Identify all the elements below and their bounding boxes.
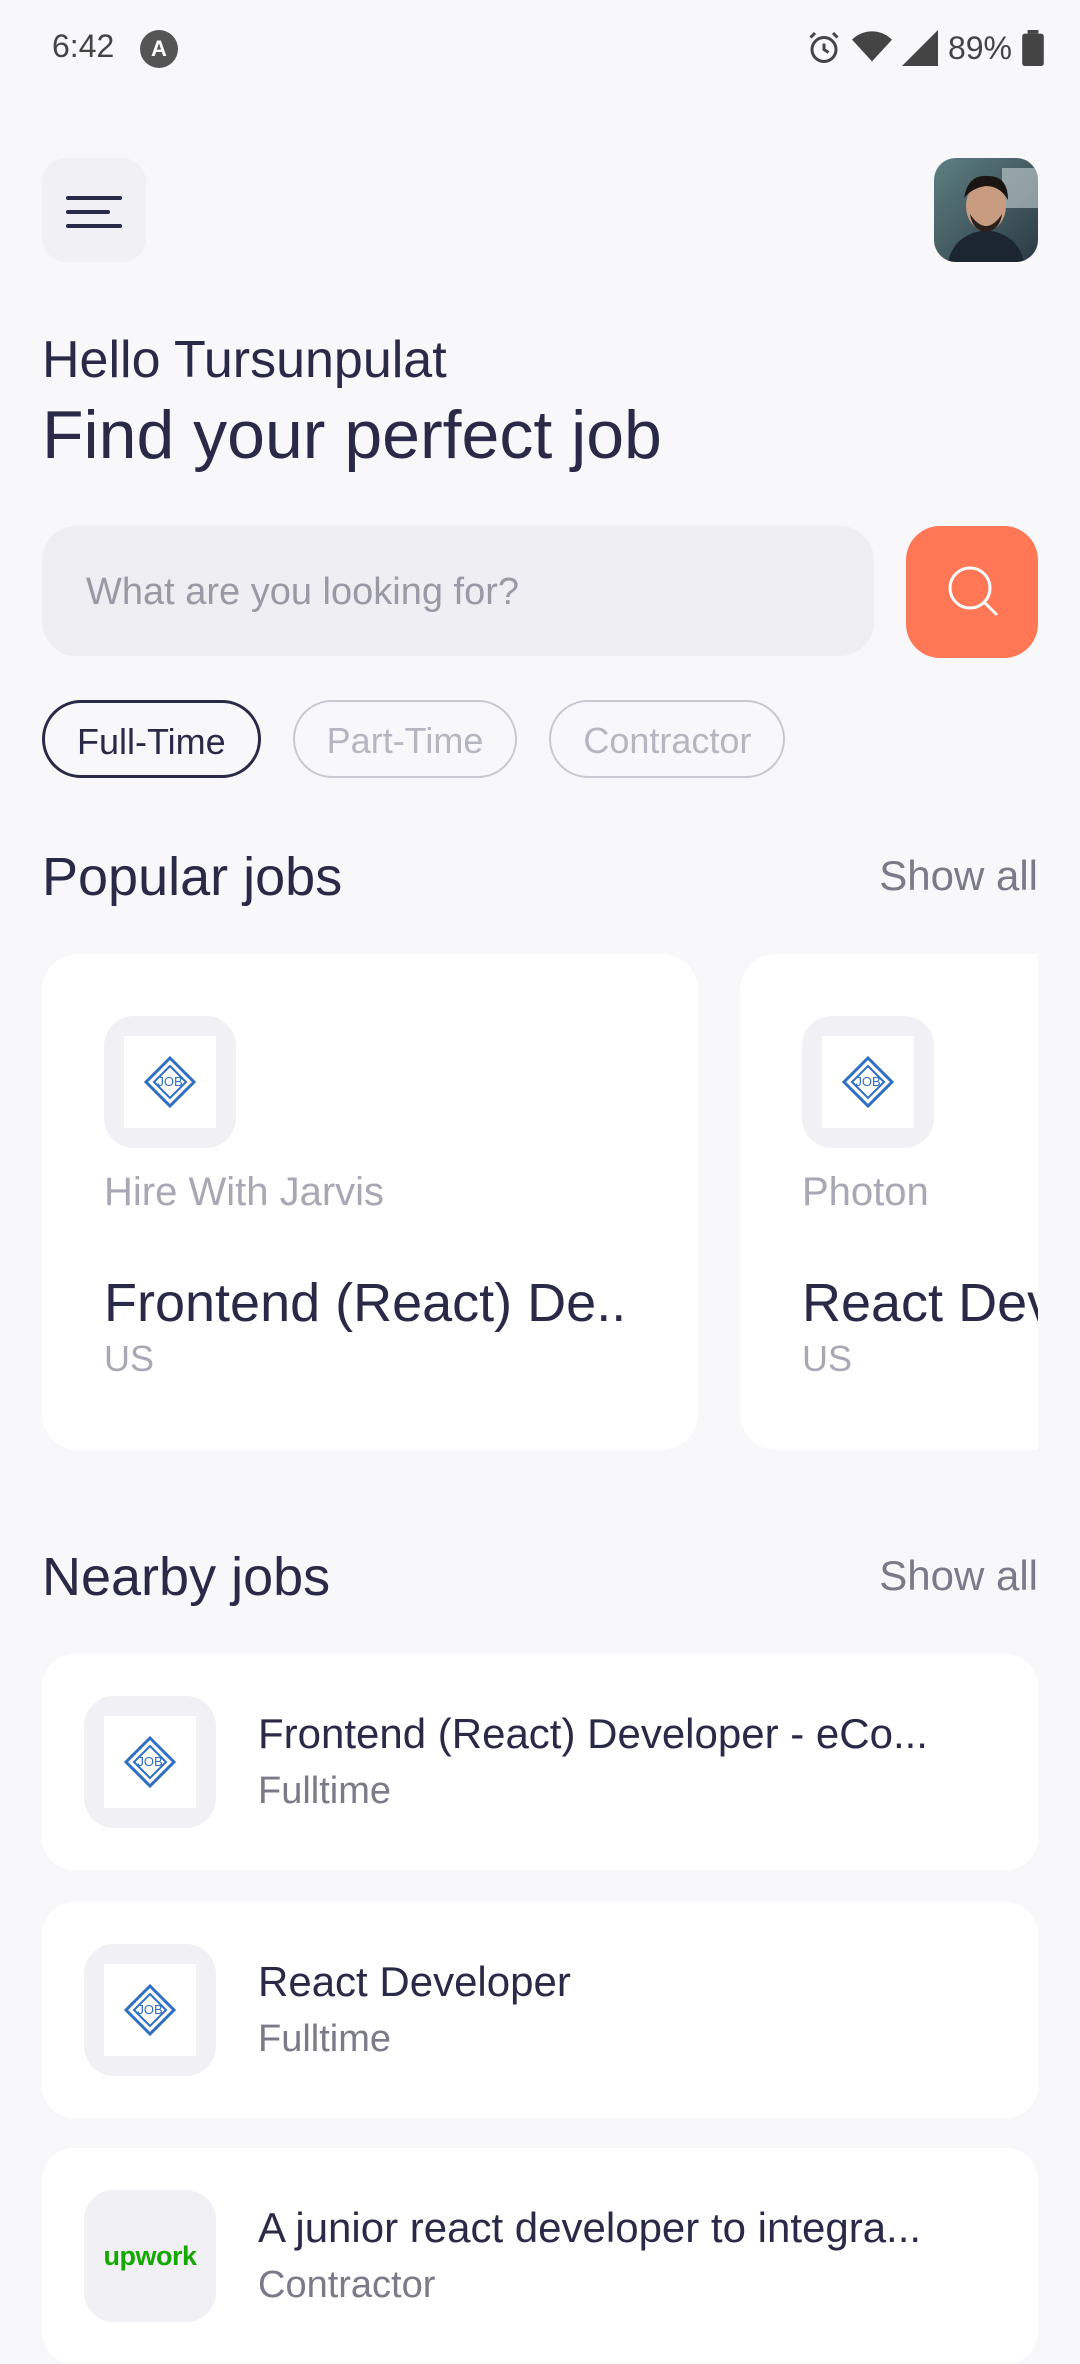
avatar[interactable]: [934, 158, 1038, 262]
battery-icon: [1022, 30, 1044, 66]
company-logo: JOB: [84, 1944, 216, 2076]
wifi-icon: [851, 31, 892, 62]
chip-part-time[interactable]: Part-Time: [292, 700, 518, 778]
company-name: Hire With Jarvis: [104, 1170, 385, 1214]
popular-job-card[interactable]: JOB Photon React Developer US: [740, 954, 1038, 1450]
popular-show-all-link[interactable]: Show all: [879, 852, 1038, 900]
avatar-photo: [934, 158, 1038, 262]
company-logo: JOB: [802, 1016, 934, 1148]
status-bar: 6:42 A 89%: [0, 0, 1080, 96]
job-location: US: [802, 1338, 853, 1379]
search-button[interactable]: [906, 526, 1038, 658]
chip-contractor[interactable]: Contractor: [549, 700, 786, 778]
company-logo: upwork: [84, 2190, 216, 2322]
signal-icon: [901, 30, 938, 66]
nearby-show-all-link[interactable]: Show all: [879, 1552, 1038, 1600]
job-logo-icon: JOB: [123, 1735, 177, 1789]
job-type: Fulltime: [258, 2018, 392, 2060]
search-icon: [948, 566, 998, 616]
company-logo: JOB: [104, 1016, 236, 1148]
greeting: Hello Tursunpulat: [42, 331, 447, 389]
svg-text:JOB: JOB: [137, 1754, 162, 1769]
page-title: Find your perfect job: [42, 397, 662, 473]
svg-text:JOB: JOB: [855, 1074, 880, 1089]
job-title: React Developer: [258, 1958, 571, 2005]
svg-text:JOB: JOB: [157, 1074, 182, 1089]
status-icons: 89%: [806, 26, 1044, 70]
job-logo-icon: JOB: [841, 1055, 895, 1109]
job-type: Fulltime: [258, 1770, 392, 1812]
popular-job-card[interactable]: JOB Hire With Jarvis Frontend (React) De…: [42, 954, 698, 1450]
job-title: Frontend (React) De..: [104, 1273, 627, 1333]
svg-text:JOB: JOB: [137, 2002, 162, 2017]
search-field[interactable]: [42, 526, 874, 658]
job-type-filters: Full-Time Part-Time Contractor: [42, 700, 786, 778]
search-input[interactable]: [84, 526, 848, 658]
job-title: A junior react developer to integra...: [258, 2204, 922, 2251]
job-title: Frontend (React) Developer - eCo...: [258, 1710, 928, 1757]
nearby-job-item[interactable]: JOB React Developer Fulltime: [42, 1902, 1038, 2118]
job-logo-icon: JOB: [143, 1055, 197, 1109]
company-logo: JOB: [84, 1696, 216, 1828]
chip-full-time[interactable]: Full-Time: [42, 700, 261, 778]
battery-percent: 89%: [947, 29, 1012, 66]
alarm-icon: [809, 31, 839, 63]
upwork-logo-icon: upwork: [103, 2241, 197, 2271]
notification-icon: A: [140, 30, 178, 68]
status-time: 6:42: [52, 28, 115, 64]
nearby-jobs-title: Nearby jobs: [42, 1547, 331, 1607]
popular-jobs-carousel[interactable]: JOB Hire With Jarvis Frontend (React) De…: [42, 954, 1038, 1450]
nearby-job-item[interactable]: JOB Frontend (React) Developer - eCo... …: [42, 1654, 1038, 1870]
nearby-job-item[interactable]: upwork A junior react developer to integ…: [42, 2148, 1038, 2364]
company-name: Photon: [802, 1170, 929, 1214]
job-location: US: [104, 1338, 155, 1379]
menu-button[interactable]: [42, 158, 146, 262]
job-type: Contractor: [258, 2264, 436, 2306]
menu-icon: [66, 196, 122, 200]
job-logo-icon: JOB: [123, 1983, 177, 2037]
popular-jobs-title: Popular jobs: [42, 847, 343, 907]
job-title: React Developer: [802, 1273, 1038, 1333]
